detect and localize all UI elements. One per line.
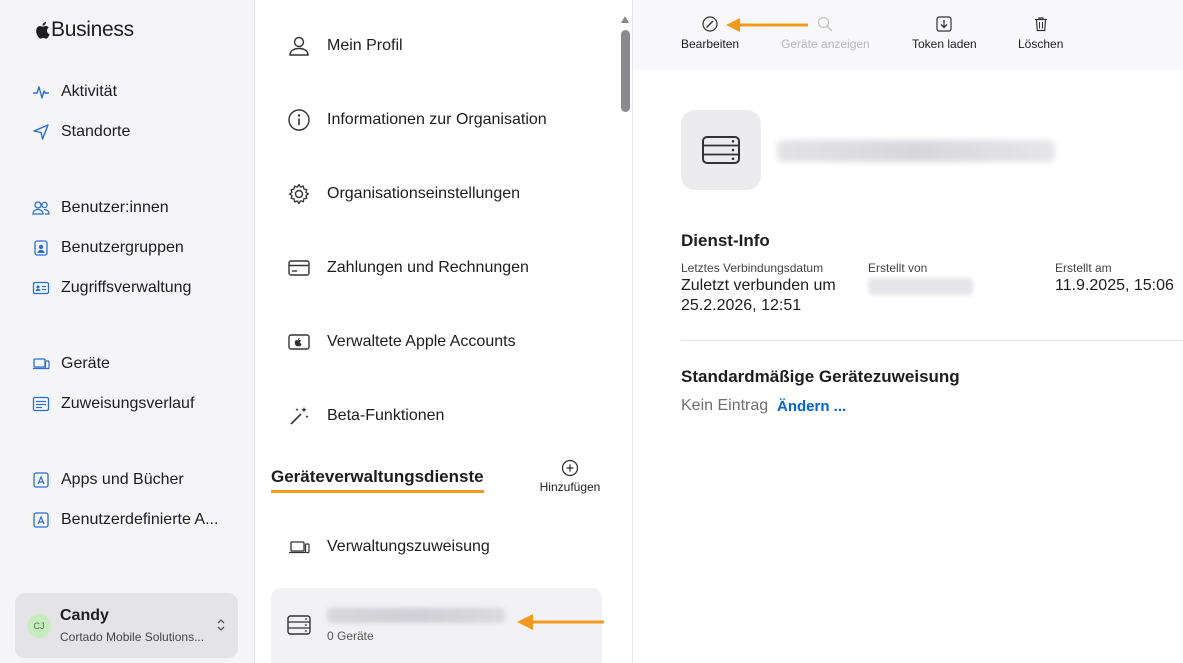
sidebar-item-label: Benutzergruppen	[61, 239, 184, 256]
toolbar: Bearbeiten Geräte anzeigen Token laden L…	[633, 0, 1183, 70]
settings-item-my-profile[interactable]: Mein Profil	[287, 31, 403, 61]
download-box-icon	[936, 16, 952, 32]
settings-item-beta-features[interactable]: Beta-Funktionen	[287, 401, 444, 431]
delete-label: Löschen	[1018, 37, 1064, 51]
info-circle-icon	[287, 108, 311, 132]
created-at-value: 11.9.2025, 15:06	[1055, 277, 1174, 294]
settings-item-managed-accounts[interactable]: Verwaltete Apple Accounts	[287, 327, 516, 357]
settings-item-label: Verwaltungszuweisung	[327, 538, 490, 555]
sidebar-item-label: Zuweisungsverlauf	[61, 395, 195, 412]
last-connection-value-line1: Zuletzt verbunden um	[681, 277, 836, 294]
user-name: Candy	[60, 607, 109, 624]
laptop-icon	[32, 355, 50, 373]
magic-wand-icon	[287, 404, 311, 428]
scrollbar-thumb[interactable]	[621, 30, 630, 112]
last-connection-value: Zuletzt verbunden um 25.2.2026, 12:51	[681, 276, 836, 316]
created-by-label: Erstellt von	[868, 261, 928, 275]
id-card-icon	[32, 279, 50, 297]
settings-item-label: Zahlungen und Rechnungen	[327, 259, 529, 276]
users-icon	[32, 199, 50, 217]
sidebar-item-label: Benutzerdefinierte A...	[61, 511, 219, 528]
sidebar-item-label: Geräte	[61, 355, 110, 372]
detail-pane: Bearbeiten Geräte anzeigen Token laden L…	[633, 0, 1183, 663]
service-info-heading: Dienst-Info	[681, 231, 770, 250]
brand-logo: Business	[34, 18, 134, 42]
settings-item-payments[interactable]: Zahlungen und Rechnungen	[287, 253, 529, 283]
add-service-button[interactable]: Hinzufügen	[534, 459, 606, 494]
annotation-arrow-icon	[726, 18, 808, 32]
load-token-label: Token laden	[912, 37, 977, 51]
app-store-icon	[32, 511, 50, 529]
person-icon	[287, 34, 311, 58]
section-title-device-management-services: Geräteverwaltungsdienste	[271, 467, 484, 493]
sidebar-item-label: Benutzer:innen	[61, 199, 169, 216]
chevron-up-down-icon	[217, 619, 225, 631]
last-connection-label: Letztes Verbindungsdatum	[681, 261, 824, 275]
created-at-label: Erstellt am	[1055, 261, 1112, 275]
user-group-badge-icon	[32, 239, 50, 257]
apple-logo-icon	[36, 21, 50, 39]
annotation-arrow-icon	[517, 614, 604, 630]
scroll-up-arrow-icon[interactable]	[621, 16, 629, 23]
load-token-button[interactable]: Token laden	[912, 16, 977, 51]
sidebar: Business Aktivität Standorte Benutzer:in…	[0, 0, 255, 663]
redacted-service-title	[777, 140, 1055, 162]
server-icon	[287, 615, 311, 635]
avatar: CJ	[27, 614, 51, 638]
account-switcher[interactable]: CJ Candy Cortado Mobile Solutions...	[15, 593, 238, 658]
show-devices-label: Geräte anzeigen	[781, 37, 870, 51]
edit-label: Bearbeiten	[681, 37, 740, 51]
sidebar-item-devices[interactable]: Geräte	[32, 351, 110, 377]
laptop-icon	[287, 535, 311, 559]
settings-item-label: Informationen zur Organisation	[327, 111, 547, 128]
add-label: Hinzufügen	[539, 480, 601, 494]
sidebar-item-apps-books[interactable]: Apps und Bücher	[32, 467, 184, 493]
gear-icon	[287, 182, 311, 206]
sidebar-item-access-management[interactable]: Zugriffsverwaltung	[32, 275, 191, 301]
edit-circle-slash-icon	[702, 16, 718, 32]
sidebar-item-activity[interactable]: Aktivität	[32, 79, 117, 105]
trash-icon	[1034, 17, 1047, 32]
settings-item-label: Organisationseinstellungen	[327, 185, 521, 202]
app-store-icon	[32, 471, 50, 489]
apple-card-icon	[287, 330, 311, 354]
sidebar-item-label: Zugriffsverwaltung	[61, 279, 192, 296]
last-connection-value-line2: 25.2.2026, 12:51	[681, 297, 802, 314]
no-entry-text: Kein Eintrag	[681, 397, 769, 414]
settings-item-label: Mein Profil	[327, 37, 403, 54]
sidebar-item-locations[interactable]: Standorte	[32, 119, 130, 145]
service-icon-tile	[681, 110, 761, 190]
activity-icon	[32, 83, 50, 101]
settings-list: Mein Profil Informationen zur Organisati…	[256, 0, 633, 663]
settings-item-org-info[interactable]: Informationen zur Organisation	[287, 105, 547, 135]
plus-circle-icon	[561, 459, 579, 477]
delete-button[interactable]: Löschen	[1018, 16, 1063, 51]
divider	[681, 340, 1183, 341]
sidebar-item-label: Standorte	[61, 123, 131, 140]
user-organization: Cortado Mobile Solutions...	[60, 630, 205, 644]
redacted-creator	[868, 278, 973, 295]
sidebar-item-custom-apps[interactable]: Benutzerdefinierte A...	[32, 507, 218, 533]
server-icon	[702, 136, 740, 164]
settings-item-label: Verwaltete Apple Accounts	[327, 333, 516, 350]
settings-item-label: Beta-Funktionen	[327, 407, 445, 424]
brand-name: Business	[51, 18, 134, 41]
sidebar-item-users[interactable]: Benutzer:innen	[32, 195, 169, 221]
location-arrow-icon	[32, 123, 50, 141]
redacted-service-name	[327, 608, 505, 623]
sidebar-item-label: Apps und Bücher	[61, 471, 184, 488]
list-history-icon	[32, 395, 50, 413]
settings-item-org-settings[interactable]: Organisationseinstellungen	[287, 179, 520, 209]
sidebar-item-user-groups[interactable]: Benutzergruppen	[32, 235, 184, 261]
device-count: 0 Geräte	[327, 629, 374, 643]
sidebar-item-assignment-history[interactable]: Zuweisungsverlauf	[32, 391, 194, 417]
settings-item-management-assignment[interactable]: Verwaltungszuweisung	[287, 532, 490, 562]
search-icon	[818, 16, 833, 32]
credit-card-icon	[287, 256, 311, 280]
sidebar-item-label: Aktivität	[61, 83, 118, 100]
default-assignment-heading: Standardmäßige Gerätezuweisung	[681, 367, 960, 386]
change-assignment-link[interactable]: Ändern ...	[777, 398, 846, 415]
